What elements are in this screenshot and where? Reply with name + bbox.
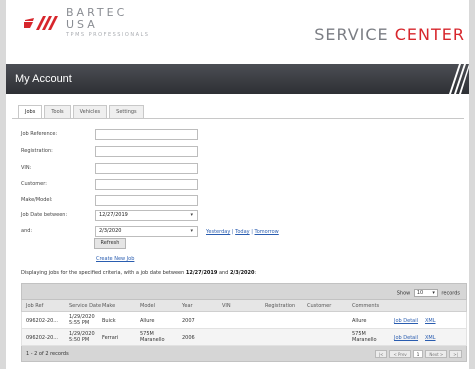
make-model-label: Make/Model: — [21, 197, 53, 203]
tomorrow-link[interactable]: Tomorrow — [255, 229, 279, 235]
show-label: Show — [396, 290, 411, 297]
last-page-button[interactable]: >| — [449, 350, 462, 358]
date-to-value: 2/3/2020 — [99, 228, 122, 234]
table-row[interactable]: 096202-20... 1/29/2020 5:50 PM Ferrari 5… — [21, 329, 467, 346]
table-header: Job Ref Service Date Make Model Year VIN… — [21, 300, 467, 312]
xml-link[interactable]: XML — [425, 335, 436, 341]
chevron-down-icon: ▾ — [190, 228, 193, 234]
col-service-date[interactable]: Service Date — [69, 303, 101, 309]
col-make[interactable]: Make — [102, 303, 115, 309]
job-reference-input[interactable] — [95, 129, 198, 140]
stripes-decoration-icon — [449, 64, 469, 94]
vin-label: VIN: — [21, 165, 32, 171]
col-registration[interactable]: Registration — [265, 303, 295, 309]
header: BARTEC USA TPMS PROFESSIONALS SERVICE CE… — [6, 0, 469, 64]
service-center-title: SERVICE CENTER — [314, 25, 465, 44]
jobs-table: Show 10 ▾ records Job Ref Service Date Ma… — [21, 283, 467, 362]
cell-service-time: 5:55 PM — [69, 320, 90, 326]
prev-page-button[interactable]: < Prev — [389, 350, 411, 358]
cell-job-ref: 096202-20... — [26, 318, 59, 324]
registration-input[interactable] — [95, 146, 198, 157]
col-comments[interactable]: Comments — [352, 303, 379, 309]
quick-date-links: Yesterday | Today | Tomorrow — [206, 229, 279, 235]
customer-input[interactable] — [95, 179, 198, 190]
brand-region: USA — [66, 18, 98, 31]
cell-make: Ferrari — [102, 335, 119, 341]
page-title: My Account — [15, 73, 72, 85]
tab-settings[interactable]: Settings — [109, 105, 144, 118]
cell-year: 2007 — [182, 318, 195, 324]
pagination: |< < Prev 1 Next > >| — [374, 350, 462, 358]
page-size-select[interactable]: 10 ▾ — [413, 289, 438, 297]
create-new-job-link[interactable]: Create New Job — [96, 256, 134, 262]
vin-input[interactable] — [95, 163, 198, 174]
page: BARTEC USA TPMS PROFESSIONALS SERVICE CE… — [6, 0, 469, 369]
next-page-button[interactable]: Next > — [425, 350, 448, 358]
today-link[interactable]: Today — [235, 229, 249, 235]
service-word: SERVICE — [314, 25, 389, 44]
results-to-date: 2/3/2020 — [229, 270, 255, 276]
date-and-label: and: — [21, 228, 33, 234]
chevron-down-icon: ▾ — [190, 212, 193, 218]
cell-service-time: 5:50 PM — [69, 337, 90, 343]
xml-link[interactable]: XML — [425, 318, 436, 324]
cell-make: Buick — [102, 318, 116, 324]
title-bar: My Account — [6, 64, 469, 94]
cell-comments: Allure — [352, 318, 367, 324]
tab-vehicles[interactable]: Vehicles — [72, 105, 108, 118]
date-from-select[interactable]: 12/27/2019 ▾ — [95, 210, 198, 221]
yesterday-link[interactable]: Yesterday — [206, 229, 230, 235]
col-vin[interactable]: VIN — [222, 303, 231, 309]
brand-tagline: TPMS PROFESSIONALS — [66, 32, 150, 38]
table-toolbar: Show 10 ▾ records — [21, 283, 467, 300]
date-from-value: 12/27/2019 — [99, 212, 128, 218]
col-year[interactable]: Year — [182, 303, 193, 309]
page-size-value: 10 — [416, 290, 424, 296]
results-prefix: Displaying jobs for the specified criter… — [21, 270, 186, 276]
table-row[interactable]: 096202-20... 1/29/2020 5:55 PM Buick All… — [21, 312, 467, 329]
results-description: Displaying jobs for the specified criter… — [21, 270, 256, 276]
records-label: records — [441, 290, 460, 297]
make-model-input[interactable] — [95, 195, 198, 206]
refresh-button[interactable]: Refresh — [94, 238, 126, 249]
date-between-label: Job Date between: — [21, 212, 68, 218]
first-page-button[interactable]: |< — [374, 350, 388, 358]
registration-label: Registration: — [21, 148, 53, 154]
cell-year: 2006 — [182, 335, 195, 341]
results-mid: and — [217, 270, 230, 276]
brand-logo: BARTEC USA TPMS PROFESSIONALS — [66, 6, 149, 39]
cell-model-line2: Maranello — [140, 337, 165, 343]
cell-job-ref: 096202-20... — [26, 335, 59, 341]
results-suffix: : — [254, 270, 257, 276]
tab-divider — [12, 118, 464, 119]
tab-tools[interactable]: Tools — [44, 105, 71, 118]
job-reference-label: Job Reference: — [21, 131, 58, 137]
col-job-ref[interactable]: Job Ref — [26, 303, 43, 309]
date-to-select[interactable]: 2/3/2020 ▾ — [95, 226, 198, 237]
page-size-control: Show 10 ▾ records — [397, 289, 460, 297]
cell-comments-line2: Maranello — [352, 337, 377, 343]
tab-bar: Jobs Tools Vehicles Settings — [18, 105, 144, 119]
col-model[interactable]: Model — [140, 303, 155, 309]
customer-label: Customer: — [21, 181, 47, 187]
chevron-down-icon: ▾ — [432, 290, 435, 296]
cell-model: Allure — [140, 318, 155, 324]
job-detail-link[interactable]: Job Detail — [394, 335, 418, 341]
job-detail-link[interactable]: Job Detail — [394, 318, 418, 324]
bartec-logo-icon — [24, 16, 58, 30]
table-footer: 1 - 2 of 2 records |< < Prev 1 Next > >| — [21, 346, 467, 362]
record-count: 1 - 2 of 2 records — [26, 351, 69, 357]
col-customer[interactable]: Customer — [307, 303, 331, 309]
center-word: CENTER — [394, 25, 465, 44]
results-from-date: 12/27/2019 — [185, 270, 218, 276]
tab-jobs[interactable]: Jobs — [18, 105, 43, 119]
current-page[interactable]: 1 — [412, 350, 424, 358]
